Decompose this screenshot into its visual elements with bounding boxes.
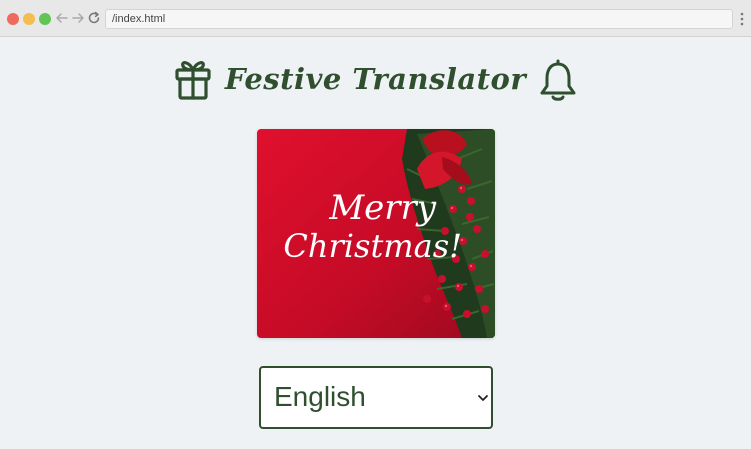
- close-window-button[interactable]: [7, 13, 19, 25]
- page-header: Festive Translator: [0, 54, 751, 104]
- card-greeting-line2: Christmas!: [283, 227, 462, 265]
- forward-arrow-icon[interactable]: [70, 9, 86, 27]
- christmas-card-image: Merry Christmas!: [257, 129, 495, 338]
- language-select-value: English: [274, 381, 366, 412]
- chevron-down-icon: [478, 395, 488, 401]
- card-greeting-line1: Merry: [329, 188, 436, 228]
- gift-icon: [175, 61, 211, 100]
- minimize-window-button[interactable]: [23, 13, 35, 25]
- browser-menu-icon[interactable]: [738, 11, 746, 27]
- card-greeting: Merry Christmas!: [257, 189, 462, 265]
- maximize-window-button[interactable]: [39, 13, 51, 25]
- bell-icon: [540, 59, 576, 101]
- page-title: Festive Translator: [224, 62, 527, 96]
- address-bar[interactable]: /index.html: [105, 9, 733, 29]
- back-arrow-icon[interactable]: [54, 9, 70, 27]
- reload-icon[interactable]: [86, 9, 102, 27]
- language-select[interactable]: English: [259, 366, 493, 429]
- browser-toolbar: /index.html: [0, 0, 751, 37]
